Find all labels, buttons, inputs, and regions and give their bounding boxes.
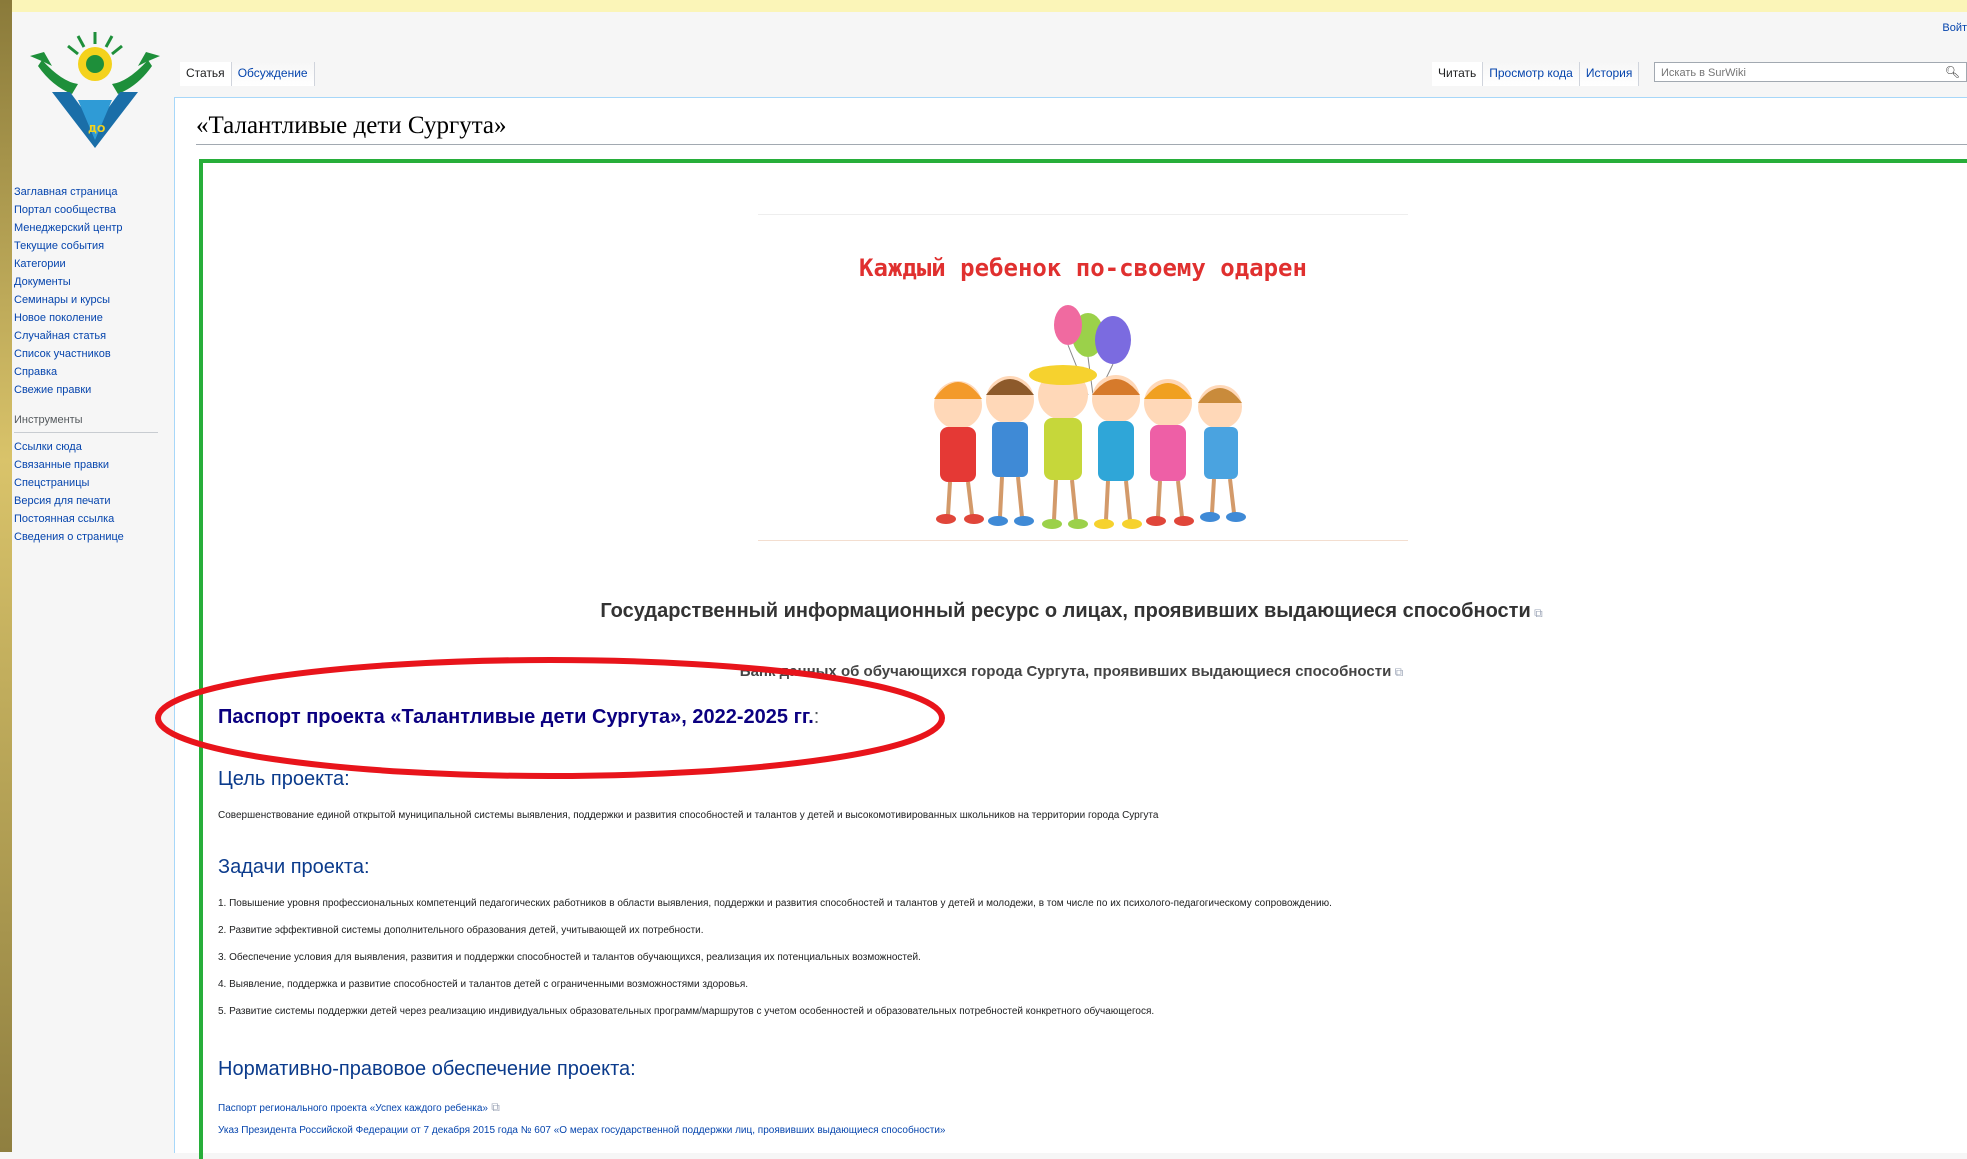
tab-discussion[interactable]: Обсуждение bbox=[231, 62, 315, 86]
banner: Каждый ребенок по-своему одарен bbox=[758, 214, 1408, 541]
goal-text: Совершенствование единой открытой муници… bbox=[218, 810, 1159, 821]
external-link-icon: ⧉ bbox=[1530, 606, 1543, 620]
sidebar-item-recent-changes[interactable]: Свежие правки bbox=[14, 381, 164, 399]
legal-heading: Нормативно-правовое обеспечение проекта: bbox=[218, 1058, 636, 1080]
task-item: 1. Повышение уровня профессиональных ком… bbox=[218, 898, 1332, 909]
sidebar-item-current-events[interactable]: Текущие события bbox=[14, 237, 164, 255]
content-area: «Талантливые дети Сургута» Каждый ребено… bbox=[174, 97, 1967, 1159]
task-item: 4. Выявление, поддержка и развитие спосо… bbox=[218, 979, 749, 990]
children-illustration bbox=[934, 305, 1246, 529]
sidebar-item-documents[interactable]: Документы bbox=[14, 273, 164, 291]
tab-view-source[interactable]: Просмотр кода bbox=[1483, 62, 1580, 86]
regional-passport-link[interactable]: Паспорт регионального проекта «Успех каж… bbox=[218, 1100, 500, 1115]
view-tabs: Читать Просмотр кода История bbox=[1432, 62, 1640, 86]
task-item: 2. Развитие эффективной системы дополнит… bbox=[218, 925, 704, 936]
presentation-frame-left bbox=[0, 0, 12, 1152]
sidebar-item-random-article[interactable]: Случайная статья bbox=[14, 327, 164, 345]
svg-text:ДО: ДО bbox=[88, 124, 105, 135]
sidebar-item-manager-center[interactable]: Менеджерский центр bbox=[14, 219, 164, 237]
sidebar-navigation: Заглавная страница Портал сообщества Мен… bbox=[14, 183, 164, 399]
external-link-icon: ⧉ bbox=[487, 1100, 500, 1114]
search-icon[interactable]: 🔍︎ bbox=[1945, 65, 1960, 79]
regional-passport-link-text: Паспорт регионального проекта «Успех каж… bbox=[218, 1103, 488, 1114]
sidebar-item-what-links-here[interactable]: Ссылки сюда bbox=[14, 438, 164, 456]
gir-resource-link[interactable]: Государственный информационный ресурс о … bbox=[175, 600, 1967, 623]
sidebar-item-main-page[interactable]: Заглавная страница bbox=[14, 183, 164, 201]
sidebar: Заглавная страница Портал сообщества Мен… bbox=[14, 183, 164, 546]
sidebar-item-help[interactable]: Справка bbox=[14, 363, 164, 381]
task-item: 3. Обеспечение условия для выявления, ра… bbox=[218, 952, 921, 963]
tasks-heading: Задачи проекта: bbox=[218, 856, 370, 878]
sidebar-item-categories[interactable]: Категории bbox=[14, 255, 164, 273]
presidential-decree-link[interactable]: Указ Президента Российской Федерации от … bbox=[218, 1125, 946, 1136]
page-title: «Талантливые дети Сургута» bbox=[196, 112, 507, 139]
login-link[interactable]: Войт bbox=[1942, 22, 1967, 34]
search-input[interactable] bbox=[1659, 64, 1933, 82]
namespace-tabs: Статья Обсуждение bbox=[180, 62, 315, 86]
sidebar-item-related-changes[interactable]: Связанные правки bbox=[14, 456, 164, 474]
sidebar-item-community-portal[interactable]: Портал сообщества bbox=[14, 201, 164, 219]
task-item: 5. Развитие системы поддержки детей чере… bbox=[218, 1006, 1155, 1017]
tab-history[interactable]: История bbox=[1579, 62, 1640, 86]
search-box: 🔍︎ bbox=[1654, 62, 1967, 82]
sidebar-item-seminars[interactable]: Семинары и курсы bbox=[14, 291, 164, 309]
sidebar-item-page-information[interactable]: Сведения о странице bbox=[14, 528, 164, 546]
sidebar-item-permanent-link[interactable]: Постоянная ссылка bbox=[14, 510, 164, 528]
gir-resource-link-text: Государственный информационный ресурс о … bbox=[600, 600, 1531, 622]
sidebar-tools-heading: Инструменты bbox=[14, 411, 158, 433]
highlight-ellipse bbox=[155, 657, 945, 779]
tab-article[interactable]: Статья bbox=[180, 62, 232, 86]
sidebar-item-special-pages[interactable]: Спецстраницы bbox=[14, 474, 164, 492]
slogan-text: Каждый ребенок по-своему одарен bbox=[859, 254, 1307, 282]
external-link-icon: ⧉ bbox=[1391, 665, 1404, 679]
title-divider bbox=[196, 144, 1967, 145]
site-logo[interactable]: ДО bbox=[22, 22, 168, 152]
sidebar-item-printable-version[interactable]: Версия для печати bbox=[14, 492, 164, 510]
sidebar-item-new-generation[interactable]: Новое поколение bbox=[14, 309, 164, 327]
tab-read[interactable]: Читать bbox=[1432, 62, 1484, 86]
presentation-frame-top bbox=[0, 0, 1967, 12]
sidebar-item-members-list[interactable]: Список участников bbox=[14, 345, 164, 363]
sidebar-tools: Ссылки сюда Связанные правки Спецстраниц… bbox=[14, 438, 164, 546]
